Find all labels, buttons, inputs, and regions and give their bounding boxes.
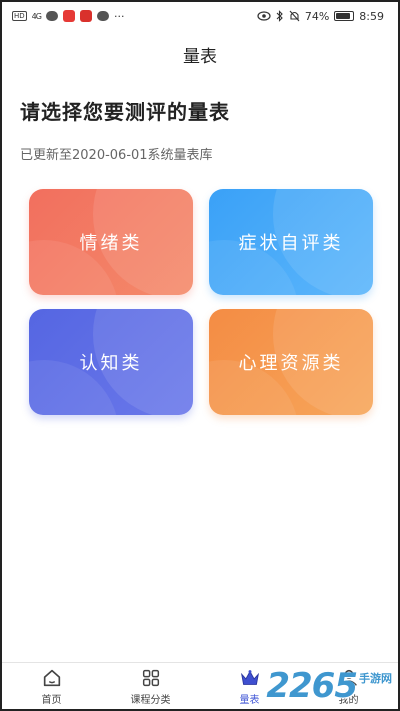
tab-course-categories[interactable]: 课程分类	[101, 663, 200, 710]
more-icon: ···	[113, 9, 125, 23]
status-right: 74% 8:59	[257, 10, 384, 23]
app-notification-icon	[62, 10, 75, 22]
wechat-icon	[45, 11, 58, 21]
status-bar: HD 4G ··· 74% 8:59	[2, 2, 398, 30]
tab-home[interactable]: 首页	[2, 663, 101, 710]
grid-icon	[142, 669, 159, 687]
battery-percent: 74%	[304, 9, 330, 23]
category-card-label: 症状自评类	[238, 233, 344, 254]
tab-scales[interactable]: 量表	[200, 663, 299, 710]
library-update-note: 已更新至2020-06-01系统量表库	[20, 148, 213, 163]
home-icon	[43, 669, 60, 687]
eye-icon	[257, 11, 271, 21]
crown-icon	[240, 670, 259, 685]
mute-icon	[289, 10, 300, 22]
category-card-symptom[interactable]: 症状自评类	[209, 189, 373, 295]
page-title: 量表	[183, 47, 217, 67]
category-card-label: 认知类	[79, 353, 143, 374]
tab-label: 我的	[338, 695, 359, 706]
category-card-label: 心理资源类	[238, 353, 344, 374]
clock: 8:59	[359, 9, 384, 23]
battery-icon	[334, 11, 355, 21]
category-card-label: 情绪类	[79, 233, 143, 254]
category-card-cognition[interactable]: 认知类	[29, 309, 193, 415]
message-icon	[96, 11, 109, 21]
scale-select-heading: 请选择您要测评的量表	[20, 100, 230, 124]
tab-mine[interactable]: 我的	[299, 663, 398, 710]
status-left: HD 4G ···	[12, 10, 124, 23]
category-card-emotion[interactable]: 情绪类	[29, 189, 193, 295]
tab-label: 首页	[41, 695, 62, 706]
signal-icon: 4G	[31, 11, 42, 21]
category-card-resource[interactable]: 心理资源类	[209, 309, 373, 415]
tab-label: 量表	[239, 695, 260, 706]
user-icon	[340, 669, 357, 686]
bottom-tab-bar: 首页 课程分类 量表 我的	[2, 662, 398, 709]
bluetooth-icon	[276, 10, 283, 22]
hd-icon: HD	[12, 11, 27, 21]
app-notification-icon	[79, 10, 92, 22]
tab-label: 课程分类	[130, 695, 171, 706]
